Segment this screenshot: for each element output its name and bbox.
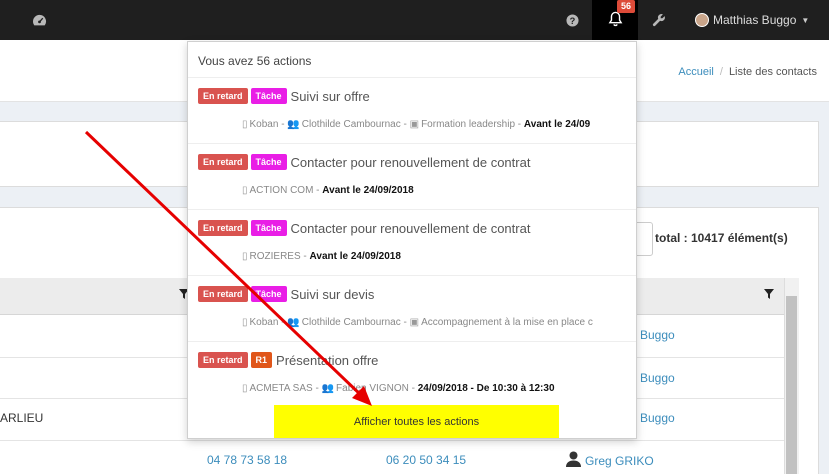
building-icon: ▯ — [242, 185, 248, 196]
building-icon: ▯ — [242, 317, 248, 328]
type-badge: Tâche — [250, 154, 287, 170]
status-badge: En retard — [198, 220, 248, 236]
scrollbar-thumb[interactable] — [786, 296, 797, 474]
avatar — [695, 13, 709, 27]
users-icon: 👥 — [321, 383, 335, 394]
building-icon: ▯ — [242, 119, 248, 130]
table-cell-owner[interactable]: Buggo — [640, 411, 675, 425]
top-navbar: ? 56 Matthias Buggo ▼ — [0, 0, 829, 41]
company-name: Koban — [249, 119, 279, 130]
breadcrumb: Accueil / Liste des contacts — [678, 66, 817, 78]
dropdown-header: Vous avez 56 actions — [188, 42, 636, 78]
table-cell-mobile[interactable]: 06 20 50 34 15 — [386, 453, 466, 467]
user-menu[interactable]: Matthias Buggo ▼ — [695, 0, 809, 40]
breadcrumb-current: Liste des contacts — [728, 66, 817, 78]
total-count: total : 10417 élément(s) — [655, 231, 788, 245]
wrench-icon[interactable] — [651, 0, 667, 40]
caret-down-icon: ▼ — [801, 15, 810, 25]
table-cell-name: ARLIEU — [0, 411, 44, 425]
users-icon: 👥 — [287, 119, 300, 130]
type-badge: Tâche — [250, 88, 287, 104]
notification-item[interactable]: En retard Tâche Suivi sur devis ▯ Koban -… — [188, 276, 636, 342]
owner-name: Greg GRIKO — [585, 453, 654, 468]
notification-count-badge: 56 — [617, 0, 635, 13]
row-divider — [0, 440, 784, 441]
contact-name: Clothilde Cambournac — [301, 317, 401, 328]
company-name: ACTION COM — [249, 185, 314, 196]
table-cell-owner[interactable]: Greg GRIKO — [566, 451, 654, 470]
contact-name: Fabien VIGNON — [336, 383, 409, 394]
project-name: Accompagnement à la mise en place c — [421, 317, 593, 328]
building-icon: ▯ — [242, 383, 248, 394]
due-date: Avant le 24/09/2018 — [322, 185, 414, 196]
status-badge: En retard — [198, 154, 248, 170]
notification-title: Contacter pour renouvellement de contrat — [290, 154, 531, 170]
filter-icon[interactable] — [764, 288, 774, 302]
user-icon — [566, 451, 581, 470]
breadcrumb-separator: / — [719, 66, 723, 78]
show-all-actions-link[interactable]: Afficher toutes les actions — [274, 405, 559, 438]
notification-title: Suivi sur offre — [290, 88, 370, 104]
company-name: ACMETA SAS — [249, 383, 313, 394]
status-badge: En retard — [198, 88, 248, 104]
breadcrumb-home-link[interactable]: Accueil — [678, 66, 713, 78]
notification-title: Présentation offre — [276, 352, 379, 368]
due-date: 24/09/2018 - De 10:30 à 12:30 — [417, 383, 555, 394]
table-cell-phone[interactable]: 04 78 73 58 18 — [207, 453, 287, 467]
user-name: Matthias Buggo — [713, 13, 797, 27]
notification-item[interactable]: En retard Tâche Contacter pour renouvell… — [188, 144, 636, 210]
notification-item[interactable]: En retard R1 Présentation offre ▯ ACMETA … — [188, 342, 636, 408]
company-name: ROZIERES — [249, 251, 301, 262]
svg-text:?: ? — [569, 15, 575, 25]
type-badge: Tâche — [250, 220, 287, 236]
due-date: Avant le 24/09/2018 — [309, 251, 401, 262]
project-icon: ▣ — [409, 317, 420, 328]
notification-title: Contacter pour renouvellement de contrat — [290, 220, 531, 236]
table-cell-owner[interactable]: Buggo — [640, 371, 675, 385]
type-badge: Tâche — [250, 286, 287, 302]
table-cell-owner[interactable]: Buggo — [640, 328, 675, 342]
help-icon[interactable]: ? — [564, 0, 580, 40]
dashboard-icon[interactable] — [30, 0, 48, 40]
notifications-dropdown: Vous avez 56 actions En retard Tâche Sui… — [187, 41, 637, 439]
company-name: Koban — [249, 317, 279, 328]
users-icon: 👥 — [287, 317, 300, 328]
building-icon: ▯ — [242, 251, 248, 262]
project-icon: ▣ — [409, 119, 420, 130]
notification-item[interactable]: En retard Tâche Suivi sur offre ▯ Koban -… — [188, 78, 636, 144]
notification-title: Suivi sur devis — [290, 286, 375, 302]
contact-name: Clothilde Cambournac — [301, 119, 401, 130]
status-badge: En retard — [198, 352, 248, 368]
type-badge: R1 — [250, 352, 273, 368]
status-badge: En retard — [198, 286, 248, 302]
project-name: Formation leadership — [421, 119, 516, 130]
notification-item[interactable]: En retard Tâche Contacter pour renouvell… — [188, 210, 636, 276]
due-date: Avant le 24/09 — [523, 119, 591, 130]
bell-icon — [608, 11, 623, 30]
